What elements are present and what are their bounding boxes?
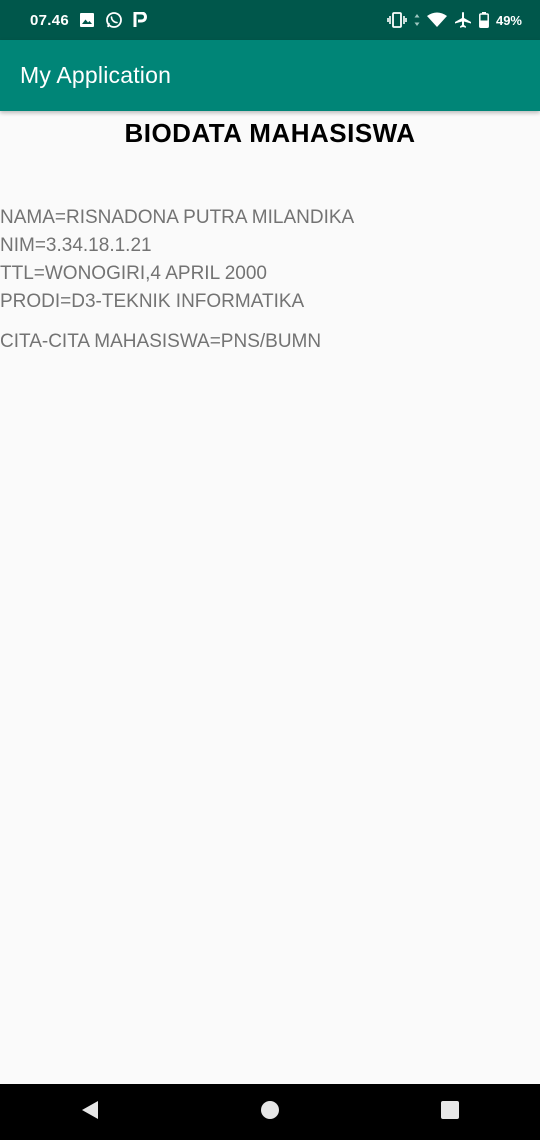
wifi-icon [426,12,447,28]
navigation-bar [0,1084,540,1140]
parking-icon [133,12,148,28]
home-icon [260,1100,280,1125]
main-content: BIODATA MAHASISWA NAMA=RISNADONA PUTRA M… [0,111,540,1084]
battery-percent: 49% [495,12,522,28]
back-icon [80,1099,100,1126]
info-program: PRODI=D3-TEKNIK INFORMATIKA [0,291,305,312]
info-birth: TTL=WONOGIRI,4 APRIL 2000 [0,263,267,284]
status-bar: 07.46 49% [0,0,540,40]
home-button[interactable] [240,1084,300,1140]
whatsapp-icon [105,11,123,29]
app-title: My Application [20,62,172,88]
vibrate-icon [387,12,407,28]
recents-button[interactable] [420,1084,480,1140]
status-right: 49% [387,11,522,29]
image-icon [79,12,95,28]
info-name: NAMA=RISNADONA PUTRA MILANDIKA [0,207,355,228]
page-heading: BIODATA MAHASISWA [124,118,416,148]
info-aspiration: CITA-CITA MAHASISWA=PNS/BUMN [0,331,322,352]
battery-icon [479,12,489,28]
airplane-icon [454,11,472,29]
status-left: 07.46 [30,11,148,29]
back-button[interactable] [60,1084,120,1140]
status-time: 07.46 [30,11,70,29]
info-nim: NIM=3.34.18.1.21 [0,235,152,256]
app-bar: My Application [0,40,540,111]
recents-icon [440,1100,460,1125]
biodata-info: NAMA=RISNADONA PUTRA MILANDIKA NIM=3.34.… [0,204,354,316]
data-arrows-icon [414,13,420,27]
